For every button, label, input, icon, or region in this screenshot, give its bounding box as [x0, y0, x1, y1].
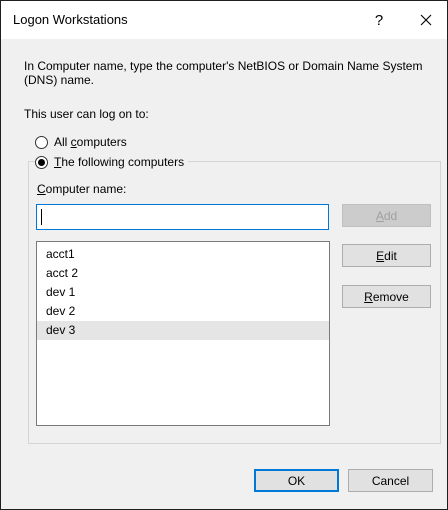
computer-name-label: Computer name: [37, 182, 127, 196]
all-computers-radio[interactable]: All computers [35, 135, 127, 149]
close-icon [420, 14, 432, 26]
title-bar[interactable]: Logon Workstations ? [1, 1, 447, 39]
add-button[interactable]: Add [342, 204, 431, 227]
list-item[interactable]: dev 2 [37, 302, 329, 321]
all-computers-radio-circle[interactable] [35, 135, 48, 149]
remove-button[interactable]: Remove [342, 285, 431, 308]
text-caret [41, 209, 42, 225]
list-item[interactable]: acct1 [37, 245, 329, 264]
close-button[interactable] [405, 1, 447, 39]
edit-button[interactable]: Edit [342, 244, 431, 267]
computer-list[interactable]: acct1 acct 2 dev 1 dev 2 dev 3 [36, 241, 330, 426]
following-computers-label: The following computers [54, 155, 185, 169]
help-button[interactable]: ? [359, 1, 399, 39]
computer-name-input[interactable] [36, 204, 329, 230]
logon-scope-label: This user can log on to: [24, 107, 149, 121]
list-item[interactable]: dev 1 [37, 283, 329, 302]
following-computers-radio[interactable]: The following computers [35, 155, 189, 169]
instructions-text: In Computer name, type the computer's Ne… [24, 59, 423, 87]
cancel-button[interactable]: Cancel [348, 469, 433, 492]
list-item[interactable]: dev 3 [37, 321, 329, 340]
following-computers-radio-circle[interactable] [35, 155, 48, 169]
list-item[interactable]: acct 2 [37, 264, 329, 283]
dialog-title: Logon Workstations [13, 12, 128, 27]
all-computers-label: All computers [54, 135, 127, 149]
logon-workstations-dialog: Logon Workstations ? In Computer name, t… [0, 0, 448, 510]
ok-button[interactable]: OK [254, 469, 339, 492]
help-icon: ? [374, 11, 384, 29]
